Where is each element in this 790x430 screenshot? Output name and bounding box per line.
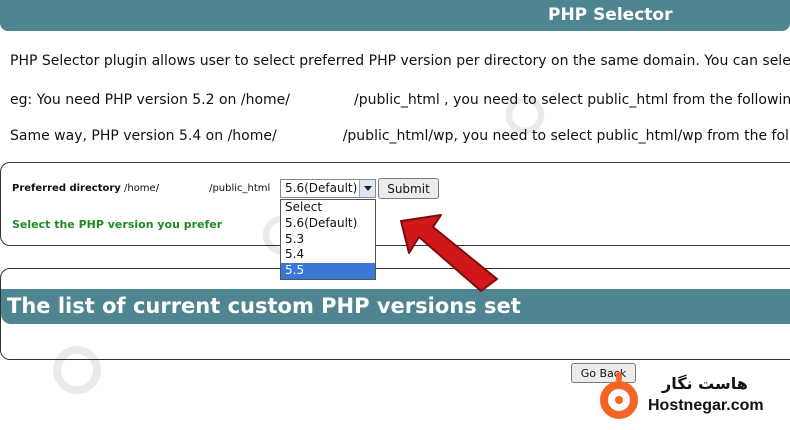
option-5-6-default[interactable]: 5.6(Default) (281, 216, 375, 232)
chevron-down-icon[interactable] (359, 180, 375, 197)
brand-domain: Hostnegar.com (648, 397, 764, 414)
intro-text-1: PHP Selector plugin allows user to selec… (10, 53, 790, 69)
brand-persian-name: هاست نگار (662, 374, 748, 393)
custom-versions-title: The list of current custom PHP versions … (7, 294, 521, 318)
intro-text-2b: /public_html , you need to select public… (354, 92, 790, 108)
intro-text-3a: Same way, PHP version 5.4 on /home/ (10, 128, 277, 144)
php-version-select[interactable]: 5.6(Default) (280, 179, 376, 198)
page-title: PHP Selector (548, 5, 673, 25)
intro-text-3b: /public_html/wp, you need to select publ… (342, 128, 790, 144)
option-5-5[interactable]: 5.5 (281, 263, 375, 279)
preferred-directory-label: Preferred directory (12, 183, 121, 194)
option-5-3[interactable]: 5.3 (281, 232, 375, 248)
path-suffix: /public_html (209, 183, 271, 194)
red-arrow-icon (400, 214, 498, 292)
intro-line-2: eg: You need PHP version 5.2 on /home/ /p… (10, 92, 790, 108)
hostnegar-brand: هاست نگار Hostnegar.com (596, 368, 786, 423)
intro-text-2a: eg: You need PHP version 5.2 on /home/ (10, 92, 290, 108)
php-version-dropdown-list[interactable]: Select 5.6(Default) 5.3 5.4 5.5 (280, 199, 376, 280)
page-header: PHP Selector (0, 0, 790, 31)
intro-line-3: Same way, PHP version 5.4 on /home/ /publ… (10, 128, 790, 144)
intro-line-1: PHP Selector plugin allows user to selec… (10, 53, 790, 69)
watermark-logo-icon (505, 95, 545, 135)
hostnegar-logo-icon (600, 372, 638, 419)
option-select[interactable]: Select (281, 200, 375, 216)
watermark-logo-icon (53, 346, 101, 394)
option-5-4[interactable]: 5.4 (281, 247, 375, 263)
selected-version: 5.6(Default) (285, 181, 358, 195)
submit-button[interactable]: Submit (378, 178, 439, 199)
version-hint: Select the PHP version you prefer (12, 218, 223, 231)
path-prefix: /home/ (123, 183, 160, 194)
preferred-directory-row: Preferred directory /home/ /public_html (12, 183, 270, 194)
